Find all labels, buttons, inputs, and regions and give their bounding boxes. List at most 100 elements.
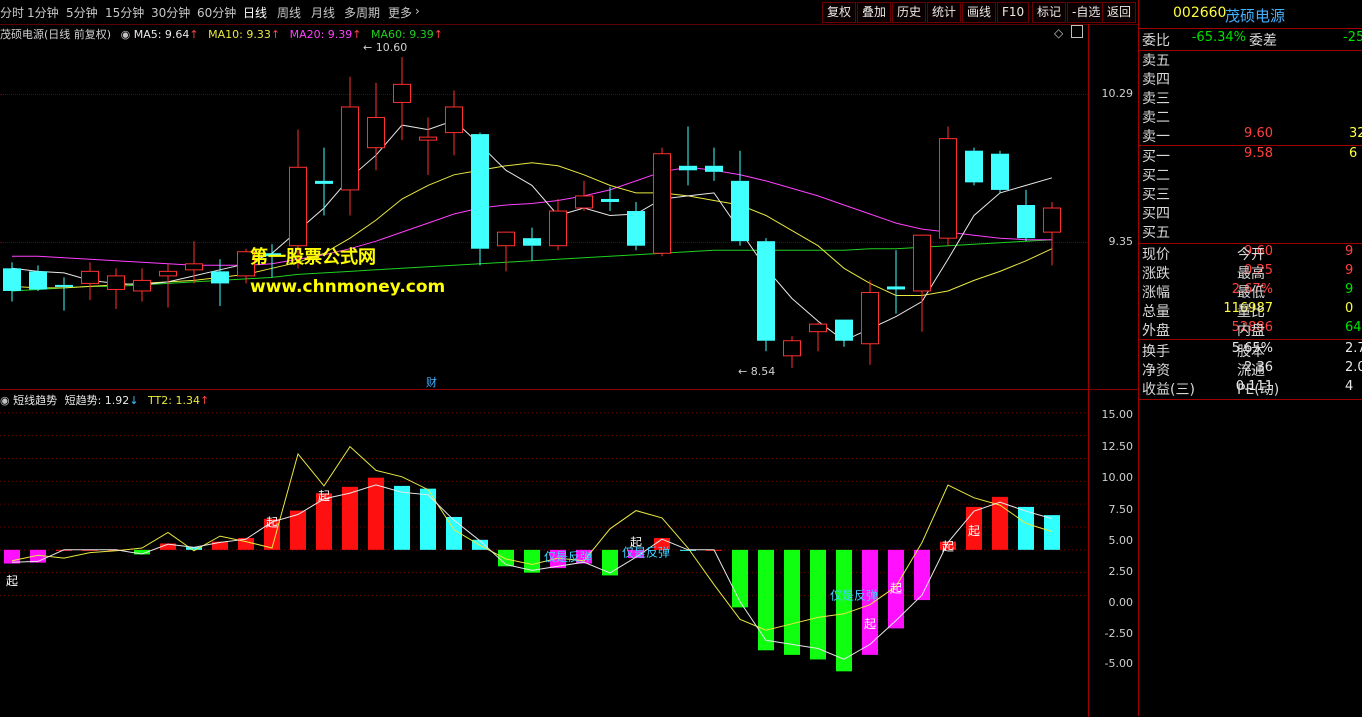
candle	[679, 126, 697, 186]
quote-label: 最高	[1237, 266, 1265, 282]
period-1min[interactable]: 1分钟	[27, 4, 59, 21]
price-tick: 9.35	[1108, 235, 1134, 248]
stock-code[interactable]: 002660	[1173, 5, 1226, 21]
buy-level-label: 买一	[1142, 149, 1170, 165]
buy-level-label: 买四	[1142, 206, 1170, 222]
finance-mark[interactable]: 财	[426, 374, 437, 390]
candle	[497, 231, 515, 272]
candle-body	[419, 136, 437, 141]
quote-row: 净资 2.36 流通 2.0	[1139, 360, 1362, 379]
stock-name[interactable]: 茂硕电源	[1225, 5, 1285, 26]
period-monthly[interactable]: 月线	[311, 4, 335, 21]
sell-level[interactable]: 卖一 9.60 32	[1139, 126, 1362, 145]
candle	[211, 259, 229, 307]
candle-body	[29, 271, 47, 290]
low-price-mark: ← 8.54	[738, 365, 776, 378]
arrow-up-icon: ↑	[270, 28, 281, 41]
candle-body	[679, 165, 697, 171]
trend-bar	[602, 549, 618, 576]
window-icon[interactable]	[1071, 25, 1083, 38]
buy-level[interactable]: 买五	[1139, 222, 1362, 241]
candlestick-panel[interactable]: 茂硕电源(日线 前复权) ◉ MA5: 9.64↑ MA10: 9.33↑ MA…	[0, 24, 1088, 389]
candle	[341, 76, 359, 216]
sell-level-label: 卖四	[1142, 72, 1170, 88]
candle	[55, 277, 73, 311]
back-button[interactable]: 返回	[1102, 2, 1137, 23]
period-15min[interactable]: 15分钟	[105, 4, 144, 21]
trend-bar	[394, 485, 410, 550]
period-daily[interactable]: 日线	[243, 4, 267, 21]
candle	[445, 90, 463, 156]
weibi-value: -65.34%	[1191, 30, 1246, 45]
quote-value: 9	[1345, 244, 1354, 259]
quote-label: PE(动)	[1237, 382, 1280, 398]
sell-level-price: 9.60	[1244, 126, 1273, 141]
watchlist-button[interactable]: -自选	[1067, 2, 1106, 23]
period-more[interactable]: 更多	[388, 4, 412, 21]
fantan-annotation: 仅是反弹	[830, 589, 878, 603]
overlay-button[interactable]: 叠加	[857, 2, 892, 23]
buy-level[interactable]: 买一 9.58 6	[1139, 146, 1362, 165]
low-price-value: 8.54	[750, 365, 776, 378]
f10-button[interactable]: F10	[997, 2, 1030, 23]
legend-toggle-icon[interactable]: ◉	[121, 28, 131, 41]
main-legend: 茂硕电源(日线 前复权) ◉ MA5: 9.64↑ MA10: 9.33↑ MA…	[0, 26, 443, 42]
candle	[783, 336, 801, 368]
buy-level[interactable]: 买四	[1139, 203, 1362, 222]
draw-button[interactable]: 画线	[962, 2, 997, 23]
candle-body	[861, 291, 879, 345]
stats-button[interactable]: 统计	[927, 2, 962, 23]
candle	[3, 262, 21, 302]
candle-body	[185, 263, 203, 271]
tt2-value: TT2: 1.34	[148, 394, 200, 407]
quote-label: 现价	[1142, 247, 1170, 263]
sell-level[interactable]: 卖三	[1139, 88, 1362, 107]
period-5min[interactable]: 5分钟	[66, 4, 98, 21]
candle-body	[341, 106, 359, 191]
period-fenshi[interactable]: 分时	[0, 4, 24, 21]
quote-label: 内盘	[1237, 323, 1265, 339]
quote-label: 流通	[1237, 363, 1265, 379]
candle-body	[211, 271, 229, 284]
buy-level-price: 9.58	[1244, 146, 1273, 161]
indicator-tick: -2.50	[1104, 627, 1133, 640]
diamond-icon[interactable]: ◇	[1054, 26, 1063, 40]
buy-level[interactable]: 买三	[1139, 184, 1362, 203]
legend-toggle-icon[interactable]: ◉	[0, 394, 10, 407]
candle	[913, 234, 931, 332]
sell-level[interactable]: 卖二	[1139, 107, 1362, 126]
trend-bar	[914, 549, 930, 601]
period-multi[interactable]: 多周期	[344, 4, 380, 21]
candle-body	[965, 150, 983, 183]
buy-level-label: 买五	[1142, 225, 1170, 241]
sell-level[interactable]: 卖五	[1139, 50, 1362, 69]
fuquan-button[interactable]: 复权	[822, 2, 857, 23]
sell-level-label: 卖二	[1142, 110, 1170, 126]
indicator-panel[interactable]: 起起起起起起起起仅是反弹 仅是反弹 仅是反弹 ◉ 短线趋势 短趋势: 1.92↓ T…	[0, 389, 1088, 717]
period-weekly[interactable]: 周线	[277, 4, 301, 21]
candle	[133, 268, 151, 302]
chevron-right-icon[interactable]: ›	[415, 4, 420, 18]
candle	[835, 319, 853, 347]
quote-row: 换手5.65%股本2.74	[1139, 341, 1362, 360]
watermark-title: 第一股票公式网	[250, 247, 376, 268]
period-60min[interactable]: 60分钟	[197, 4, 236, 21]
ma20-legend: MA20: 9.39	[289, 28, 353, 41]
indicator-tick: 12.50	[1101, 440, 1134, 453]
price-tick: 10.29	[1101, 87, 1134, 100]
sell-level[interactable]: 卖四	[1139, 69, 1362, 88]
qi-annotation: 起	[266, 516, 278, 530]
history-button[interactable]: 历史	[892, 2, 927, 23]
candle-body	[601, 198, 619, 202]
qi-annotation: 起	[318, 489, 330, 503]
period-30min[interactable]: 30分钟	[151, 4, 190, 21]
divider	[1139, 28, 1362, 29]
trend-bar	[758, 549, 774, 651]
mark-button[interactable]: 标记	[1032, 2, 1067, 23]
candle	[29, 265, 47, 291]
candle	[523, 227, 541, 261]
buy-level[interactable]: 买二	[1139, 165, 1362, 184]
quote-value: 2.0	[1345, 360, 1362, 375]
divider	[1139, 339, 1362, 340]
candle-body	[887, 286, 905, 290]
